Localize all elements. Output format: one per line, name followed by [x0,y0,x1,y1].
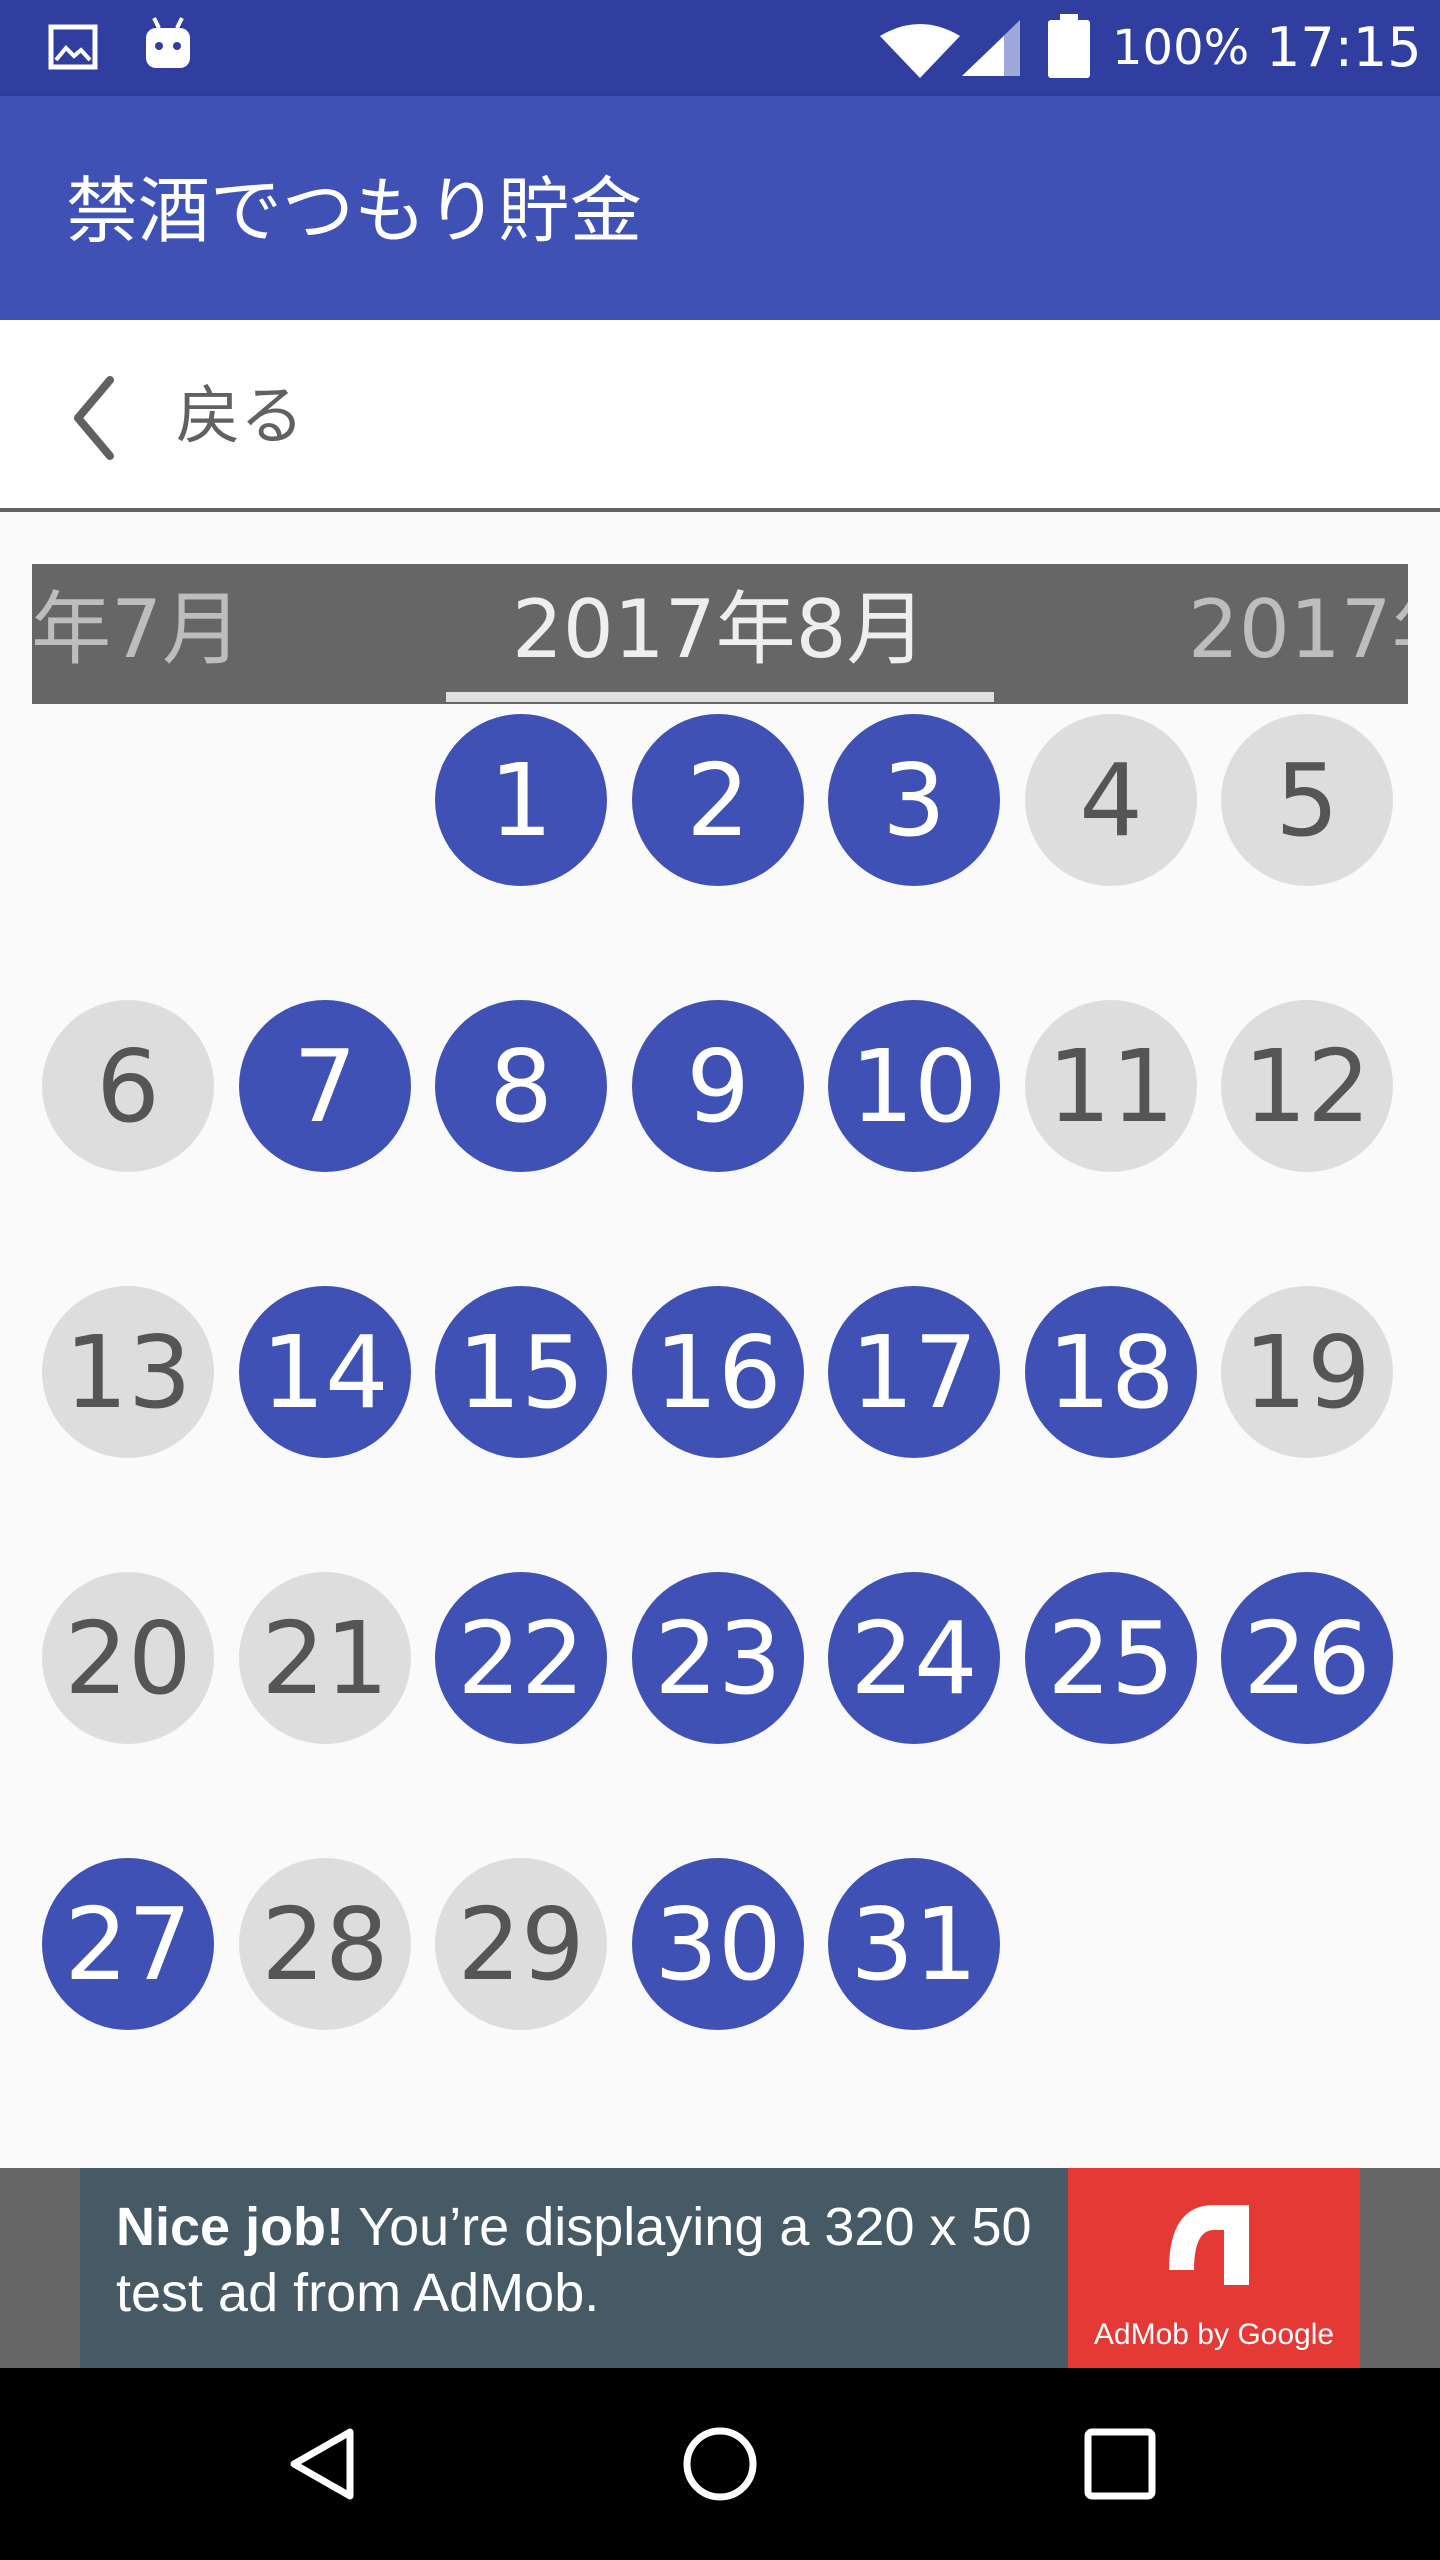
tab-current-month[interactable]: 2017年8月 [512,582,927,678]
wifi-icon [880,24,960,78]
calendar-day[interactable]: 10 [828,1000,1000,1172]
back-triangle-icon[interactable] [284,2424,364,2504]
calendar-day[interactable]: 21 [239,1572,411,1744]
back-row: 戻る [0,320,1440,512]
calendar-day[interactable]: 13 [42,1286,214,1458]
calendar-day[interactable]: 30 [632,1858,804,2030]
status-bar: 100% 17:15 [0,0,1440,96]
calendar-day[interactable]: 16 [632,1286,804,1458]
calendar-day[interactable]: 20 [42,1572,214,1744]
back-label: 戻る [176,380,304,454]
calendar-day[interactable]: 23 [632,1572,804,1744]
month-tabs: 2017年7月 2017年8月 2017年9月 [32,564,1408,704]
calendar-day[interactable]: 25 [1025,1572,1197,1744]
tab-indicator [446,692,994,702]
calendar-day[interactable]: 26 [1221,1572,1393,1744]
calendar-day[interactable]: 28 [239,1858,411,2030]
calendar-day[interactable]: 11 [1025,1000,1197,1172]
calendar-day[interactable]: 12 [1221,1000,1393,1172]
chevron-left-icon [74,376,114,460]
ad-line2: test ad from AdMob. [116,2263,600,2323]
admob-icon [1169,2205,1249,2285]
app-bar: 禁酒でつもり貯金 [0,96,1440,320]
admob-logo: AdMob by Google [1068,2168,1360,2368]
calendar-day[interactable]: 29 [435,1858,607,2030]
calendar-day[interactable]: 22 [435,1572,607,1744]
navigation-bar [0,2368,1440,2560]
calendar-day[interactable]: 6 [42,1000,214,1172]
calendar-day[interactable]: 24 [828,1572,1000,1744]
calendar-day[interactable]: 14 [239,1286,411,1458]
android-icon [146,17,190,68]
calendar-day[interactable]: 17 [828,1286,1000,1458]
calendar-day[interactable]: 19 [1221,1286,1393,1458]
tab-prev-month[interactable]: 2017年7月 [32,582,242,678]
tab-next-month[interactable]: 2017年9月 [1188,582,1408,678]
calendar-day[interactable]: 3 [828,714,1000,886]
clock: 17:15 [1266,16,1422,79]
calendar-day[interactable]: 7 [239,1000,411,1172]
recents-square-icon[interactable] [1080,2424,1160,2504]
calendar-day[interactable]: 18 [1025,1286,1197,1458]
app-title: 禁酒でつもり貯金 [66,169,643,253]
back-button[interactable]: 戻る [60,364,360,468]
ad-banner[interactable]: Nice job! You’re displaying a 320 x 50 t… [80,2168,1360,2368]
calendar-day[interactable]: 9 [632,1000,804,1172]
calendar-day[interactable]: 4 [1025,714,1197,886]
signal-icon [962,20,1020,76]
calendar-day[interactable]: 1 [435,714,607,886]
home-circle-icon[interactable] [680,2424,760,2504]
admob-caption: AdMob by Google [1093,2318,1335,2351]
calendar-grid: 1 2 3 4 5 6 7 8 9 10 11 12 13 14 15 16 17 18 19 20 21 22 23 24 2… [42,714,1400,2044]
calendar-day[interactable]: 2 [632,714,804,886]
ad-line1: You’re displaying a 320 x 50 [358,2197,1032,2257]
calendar-day[interactable]: 15 [435,1286,607,1458]
calendar-day[interactable]: 27 [42,1858,214,2030]
battery-icon [1048,14,1090,78]
ad-banner-area: Nice job! You’re displaying a 320 x 50 t… [0,2168,1440,2368]
calendar-day[interactable]: 8 [435,1000,607,1172]
ad-headline: Nice job! [116,2197,345,2257]
image-icon [48,24,98,70]
calendar-day[interactable]: 5 [1221,714,1393,886]
battery-percent: 100% [1112,20,1250,76]
calendar-day[interactable]: 31 [828,1858,1000,2030]
ad-text: Nice job! You’re displaying a 320 x 50 t… [116,2194,1076,2326]
